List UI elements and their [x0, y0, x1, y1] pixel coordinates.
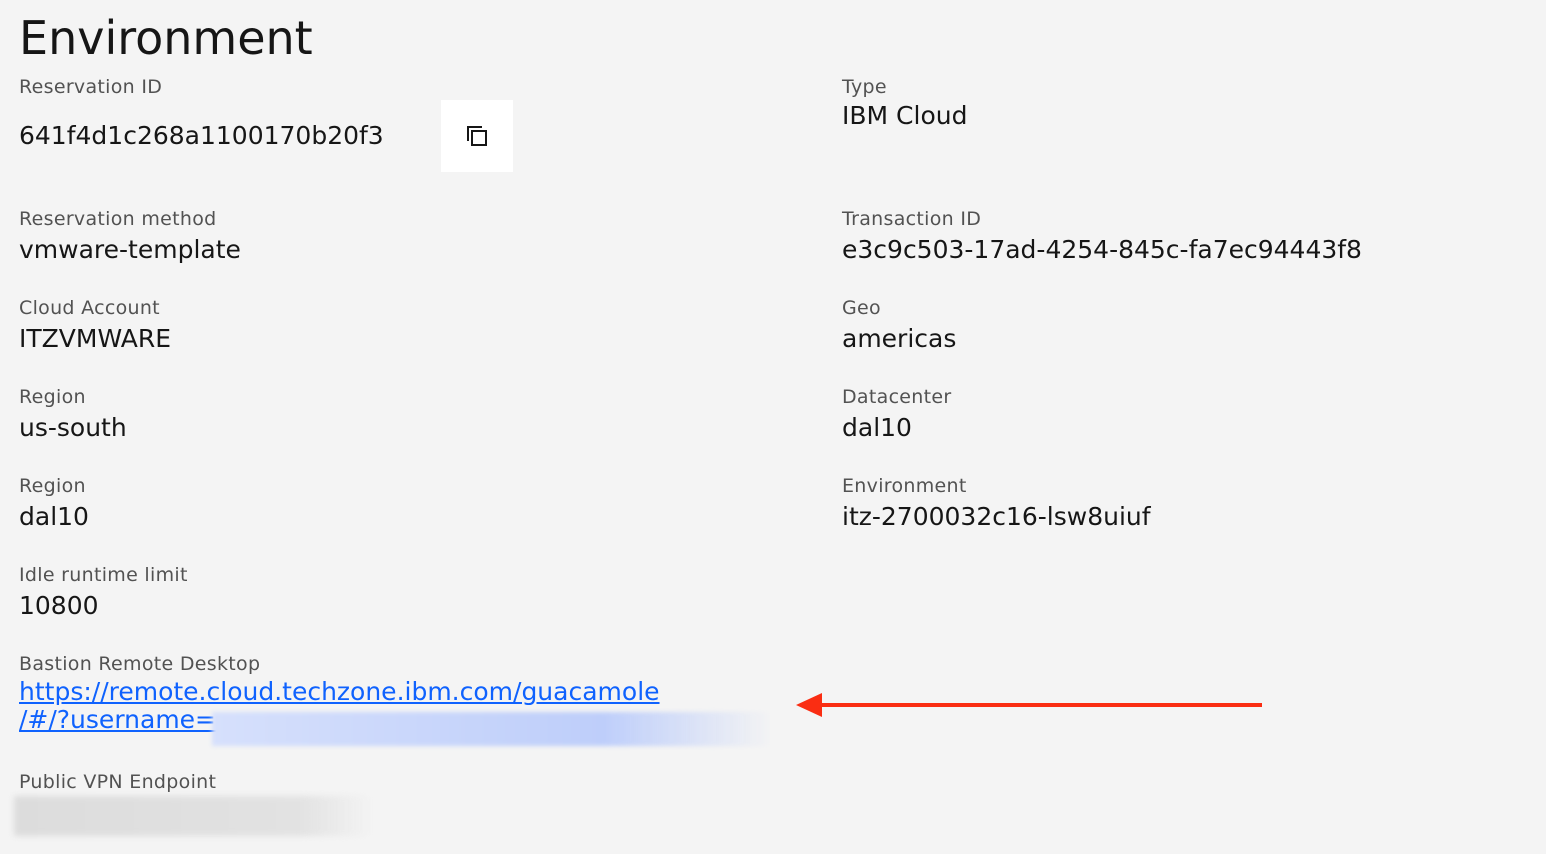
type-label: Type: [842, 76, 887, 98]
region-label: Region: [19, 386, 86, 408]
datacenter-label: Datacenter: [842, 386, 952, 408]
bastion-link-line1: https://remote.cloud.techzone.ibm.com/gu…: [19, 677, 660, 706]
region-secondary-label: Region: [19, 475, 86, 497]
page-title: Environment: [19, 11, 313, 65]
cloud-account-value: ITZVMWARE: [19, 324, 172, 353]
environment-label: Environment: [842, 475, 967, 497]
bastion-remote-desktop-field: Bastion Remote Desktop: [19, 652, 260, 676]
region-secondary-value: dal10: [19, 502, 89, 531]
idle-runtime-limit-field: Idle runtime limit 10800: [19, 563, 188, 621]
bastion-remote-desktop-label: Bastion Remote Desktop: [19, 653, 261, 675]
environment-details-page: Environment Reservation ID 641f4d1c268a1…: [0, 0, 1546, 854]
reservation-method-field: Reservation method vmware-template: [19, 207, 241, 265]
idle-runtime-limit-label: Idle runtime limit: [19, 564, 188, 586]
type-field: Type IBM Cloud: [842, 75, 967, 131]
reservation-id-row: 641f4d1c268a1100170b20f3: [19, 100, 513, 172]
geo-label: Geo: [842, 297, 881, 319]
environment-value: itz-2700032c16-lsw8uiuf: [842, 502, 1151, 531]
geo-value: americas: [842, 324, 957, 353]
transaction-id-value: e3c9c503-17ad-4254-845c-fa7ec94443f8: [842, 235, 1362, 264]
cloud-account-label: Cloud Account: [19, 297, 160, 319]
type-value: IBM Cloud: [842, 101, 968, 130]
redacted-vpn-endpoint-blur: [14, 796, 372, 836]
copy-reservation-id-button[interactable]: [441, 100, 513, 172]
region-secondary-field: Region dal10: [19, 474, 89, 532]
redacted-username-blur: [212, 712, 772, 746]
public-vpn-endpoint-label: Public VPN Endpoint: [19, 771, 217, 793]
datacenter-value: dal10: [842, 413, 912, 442]
region-field: Region us-south: [19, 385, 127, 443]
reservation-id-value: 641f4d1c268a1100170b20f3: [19, 121, 384, 150]
cloud-account-field: Cloud Account ITZVMWARE: [19, 296, 171, 354]
geo-field: Geo americas: [842, 296, 956, 354]
environment-field: Environment itz-2700032c16-lsw8uiuf: [842, 474, 1151, 532]
reservation-id-field: Reservation ID: [19, 75, 162, 99]
red-arrow-left-icon: [796, 693, 1262, 717]
idle-runtime-limit-value: 10800: [19, 591, 99, 620]
copy-icon: [467, 126, 487, 146]
reservation-method-value: vmware-template: [19, 235, 241, 264]
public-vpn-endpoint-field: Public VPN Endpoint: [19, 770, 216, 794]
reservation-id-label: Reservation ID: [19, 76, 163, 98]
transaction-id-label: Transaction ID: [842, 208, 982, 230]
transaction-id-field: Transaction ID e3c9c503-17ad-4254-845c-f…: [842, 207, 1362, 265]
datacenter-field: Datacenter dal10: [842, 385, 952, 443]
region-value: us-south: [19, 413, 127, 442]
reservation-method-label: Reservation method: [19, 208, 217, 230]
